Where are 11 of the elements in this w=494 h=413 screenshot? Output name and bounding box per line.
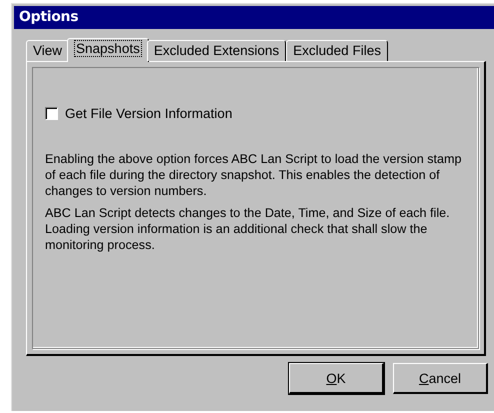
dialog-button[interactable]: OK: [289, 363, 384, 394]
description-text: Enabling the above option forces ABC Lan Script to load the version stamp of each file during the directory snapshot. This enables the detection of changes to version numbers.: [45, 151, 463, 199]
checkbox-label[interactable]: Get File Version Information: [65, 106, 232, 121]
tab[interactable]: Excluded Files: [286, 40, 388, 61]
window-title: Options: [14, 6, 494, 29]
checkbox[interactable]: [45, 107, 58, 120]
tab[interactable]: View: [26, 40, 70, 61]
description-text: ABC Lan Script detects changes to the Date, Time, and Size of each file. Loading version information is an additional check that shall slow the monitoring process.: [45, 205, 451, 253]
dialog-button[interactable]: Cancel: [393, 363, 488, 394]
tab[interactable]: Excluded Extensions: [146, 40, 286, 61]
tab[interactable]: Snapshots: [67, 38, 149, 62]
